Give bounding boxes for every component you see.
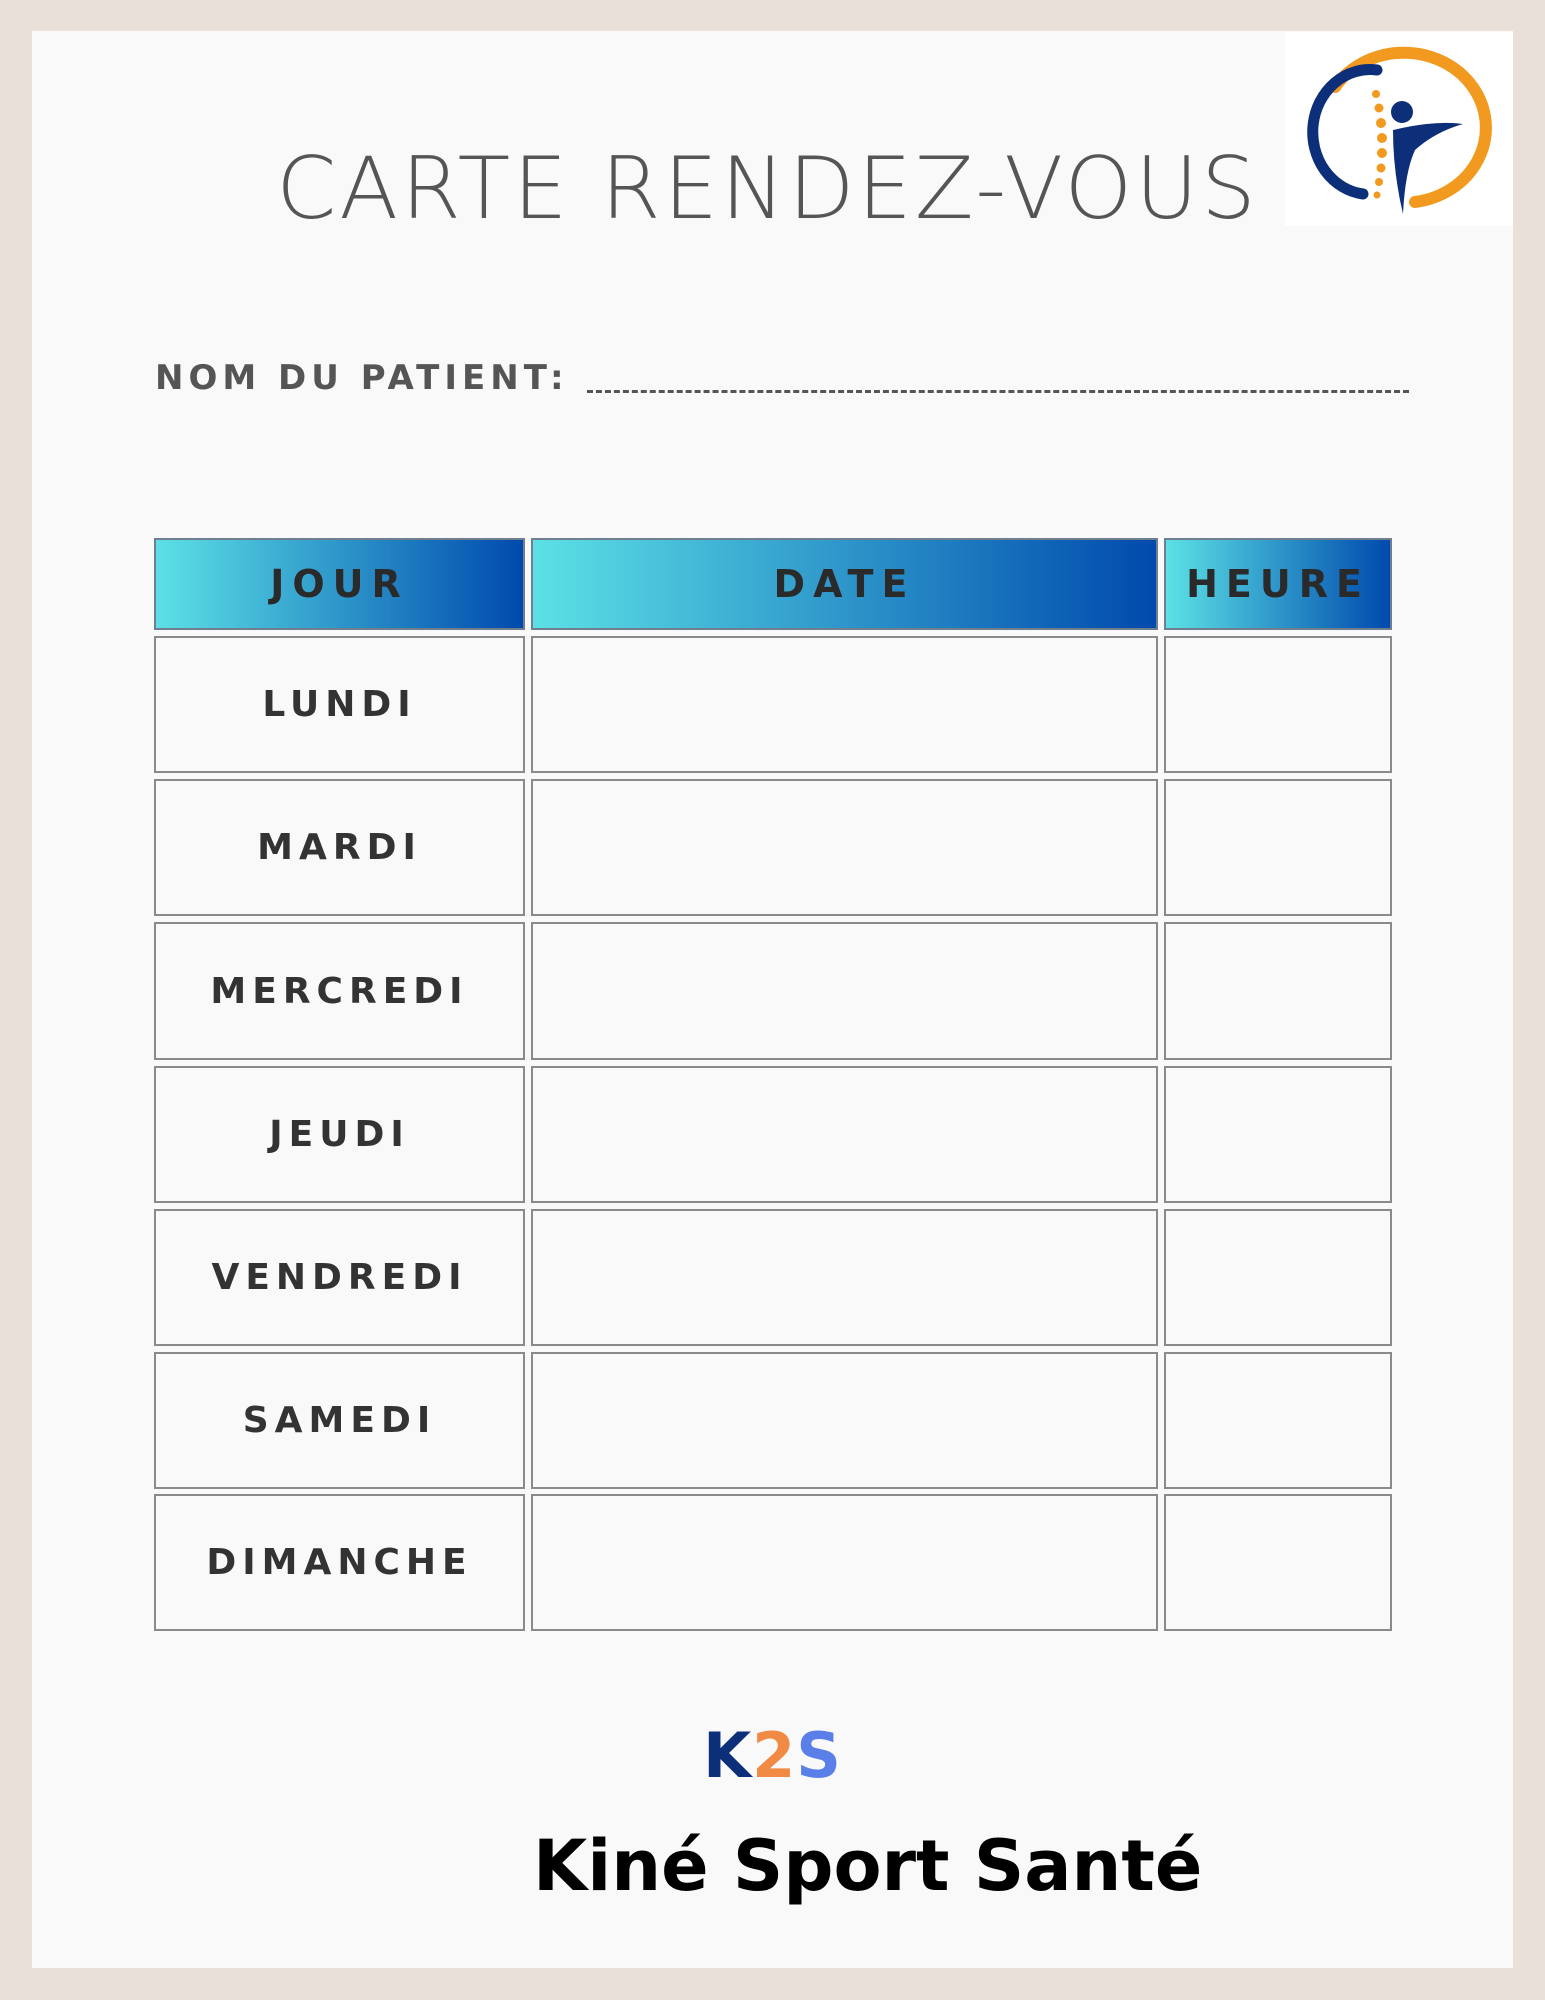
time-cell-jeudi[interactable] <box>1164 1066 1392 1203</box>
patient-name-row: NOM DU PATIENT: <box>155 358 1409 398</box>
time-cell-mardi[interactable] <box>1164 779 1392 916</box>
k2s-logo-s: S <box>796 1719 842 1792</box>
date-cell-mardi[interactable] <box>531 779 1158 916</box>
day-cell-mercredi: MERCREDI <box>154 922 525 1060</box>
day-cell-samedi: SAMEDI <box>154 1352 525 1489</box>
patient-name-label: NOM DU PATIENT: <box>155 358 569 398</box>
header-date: DATE <box>531 538 1158 630</box>
appointment-card: CARTE RENDEZ-VOUS NOM DU PATIENT: JOUR D… <box>32 31 1513 1968</box>
header-jour: JOUR <box>154 538 525 630</box>
header-heure: HEURE <box>1164 538 1392 630</box>
day-cell-lundi: LUNDI <box>154 636 525 773</box>
patient-name-field-line[interactable] <box>586 390 1409 393</box>
time-cell-samedi[interactable] <box>1164 1352 1392 1489</box>
time-cell-vendredi[interactable] <box>1164 1209 1392 1346</box>
date-cell-samedi[interactable] <box>531 1352 1158 1489</box>
spine-figure-icon <box>1307 46 1492 214</box>
day-cell-vendredi: VENDREDI <box>154 1209 525 1346</box>
date-cell-vendredi[interactable] <box>531 1209 1158 1346</box>
time-cell-dimanche[interactable] <box>1164 1494 1392 1631</box>
date-cell-mercredi[interactable] <box>531 922 1158 1060</box>
date-cell-jeudi[interactable] <box>531 1066 1158 1203</box>
day-cell-dimanche: DIMANCHE <box>154 1494 525 1631</box>
time-cell-mercredi[interactable] <box>1164 922 1392 1060</box>
date-cell-lundi[interactable] <box>531 636 1158 773</box>
time-cell-lundi[interactable] <box>1164 636 1392 773</box>
clinic-logo <box>1285 32 1513 226</box>
day-cell-jeudi: JEUDI <box>154 1066 525 1203</box>
k2s-logo-2: 2 <box>752 1719 797 1792</box>
k2s-logo-text: K2S <box>32 1719 1513 1792</box>
brand-name: Kiné Sport Santé <box>533 1825 1203 1907</box>
date-cell-dimanche[interactable] <box>531 1494 1158 1631</box>
day-cell-mardi: MARDI <box>154 779 525 916</box>
k2s-logo-k: K <box>703 1719 753 1792</box>
